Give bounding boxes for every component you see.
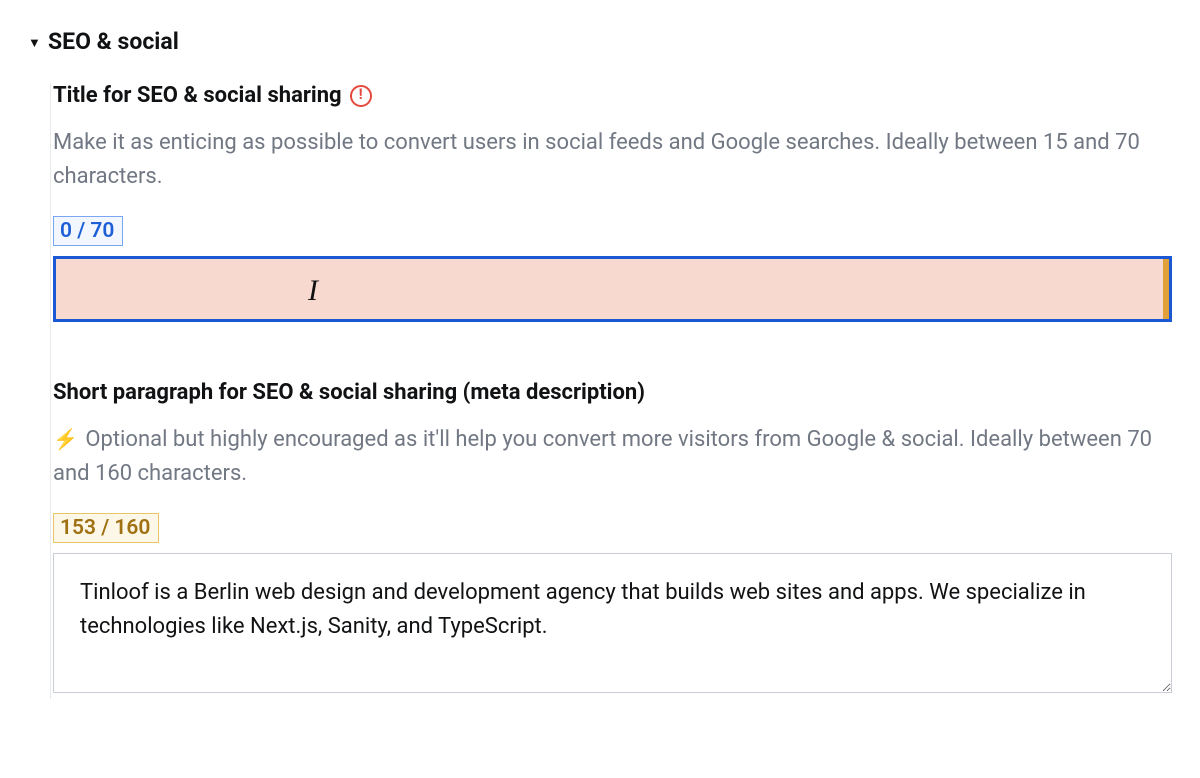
section-toggle[interactable]: ▼ SEO & social [28, 0, 1172, 55]
seo-description-help: ⚡ Optional but highly encouraged as it'l… [53, 423, 1172, 491]
seo-description-label: Short paragraph for SEO & social sharing… [53, 380, 645, 405]
seo-title-field: Title for SEO & social sharing Make it a… [53, 83, 1172, 322]
chevron-down-icon: ▼ [28, 35, 40, 51]
seo-title-input[interactable] [53, 256, 1172, 322]
seo-title-counter: 0 / 70 [53, 216, 123, 246]
seo-description-textarea[interactable] [53, 553, 1172, 693]
seo-social-section: ▼ SEO & social Title for SEO & social sh… [0, 0, 1200, 699]
seo-description-help-text: Optional but highly encouraged as it'll … [53, 427, 1152, 486]
seo-title-help: Make it as enticing as possible to conve… [53, 126, 1172, 194]
seo-description-counter: 153 / 160 [53, 513, 159, 543]
seo-title-label: Title for SEO & social sharing [53, 83, 342, 108]
bolt-icon: ⚡ [53, 424, 78, 455]
field-status-bar [1163, 259, 1169, 319]
seo-description-field: Short paragraph for SEO & social sharing… [53, 380, 1172, 699]
section-title: SEO & social [48, 28, 179, 55]
warning-icon [350, 85, 372, 107]
section-content: Title for SEO & social sharing Make it a… [50, 83, 1172, 699]
